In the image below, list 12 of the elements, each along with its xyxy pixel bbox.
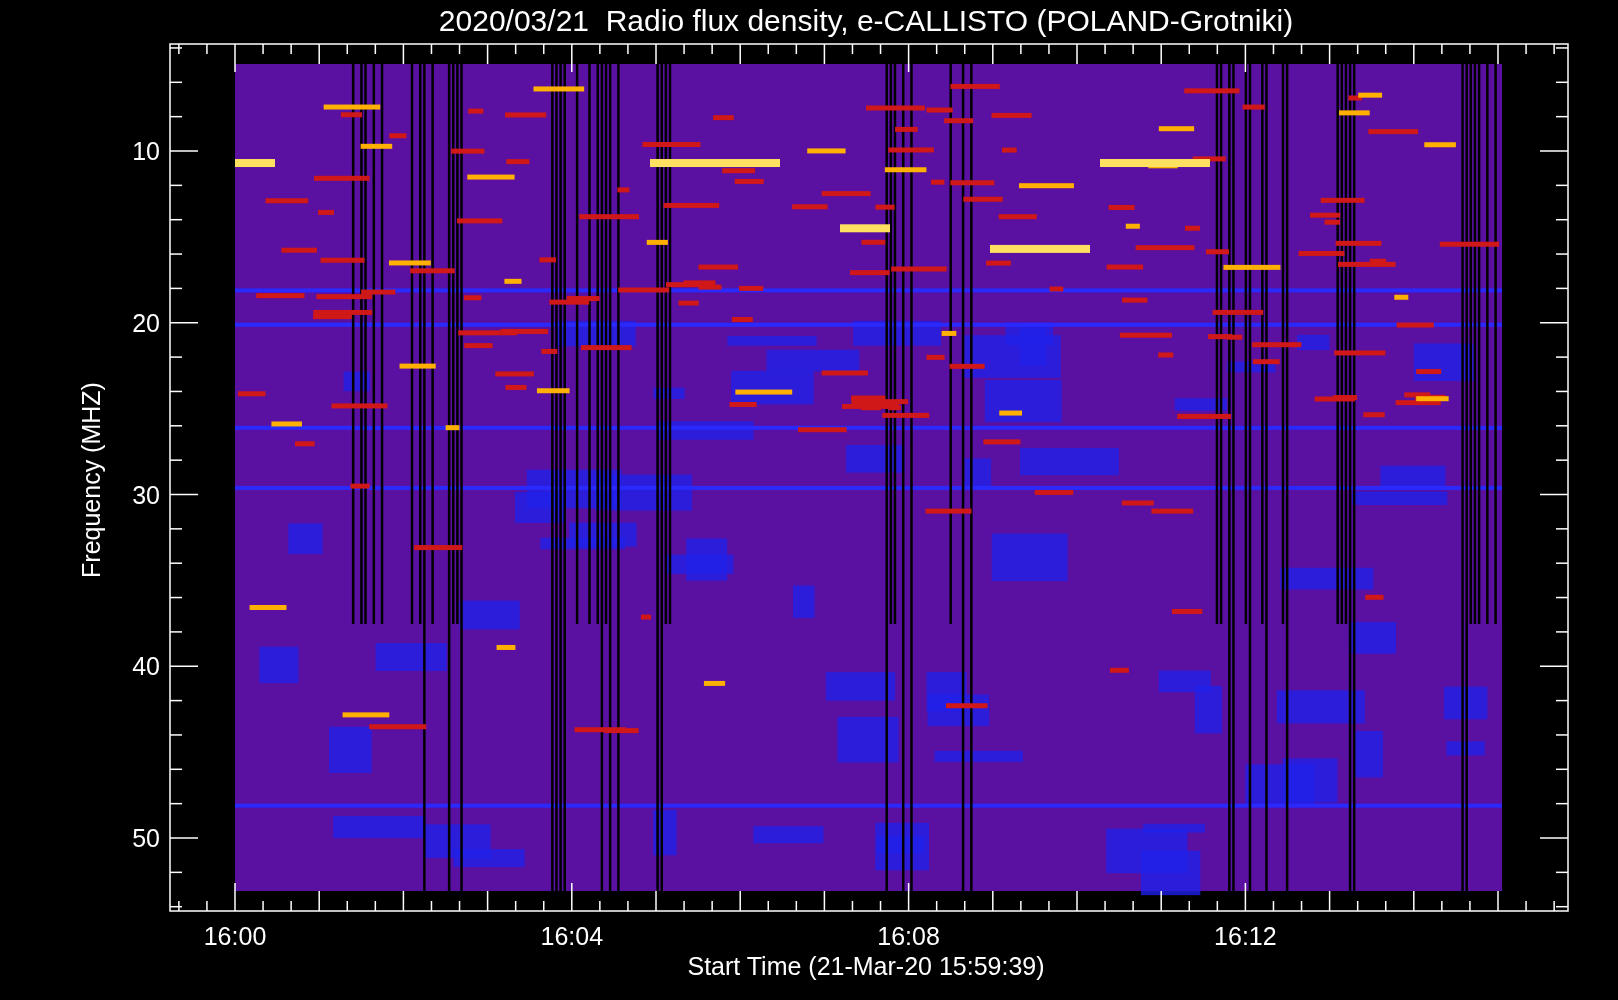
tick-label: 16:12 — [1214, 922, 1277, 950]
tick-label: 20 — [132, 308, 160, 337]
axis-label: Frequency (MHZ) — [77, 382, 105, 578]
tick-label: 40 — [132, 652, 160, 681]
axis-label: Start Time (21-Mar-20 15:59:39) — [687, 952, 1045, 980]
tick-label: 16:04 — [540, 922, 604, 950]
tick-label: 50 — [132, 824, 160, 852]
tick-label: 16:00 — [203, 922, 267, 950]
tick-label: 30 — [132, 480, 160, 509]
tick-label: 10 — [132, 137, 160, 165]
tick-label: 16:08 — [877, 922, 940, 950]
chart-title: 2020/03/21 Radio flux density, e-CALLISTO (POLAND-Grotniki) — [438, 4, 1294, 37]
